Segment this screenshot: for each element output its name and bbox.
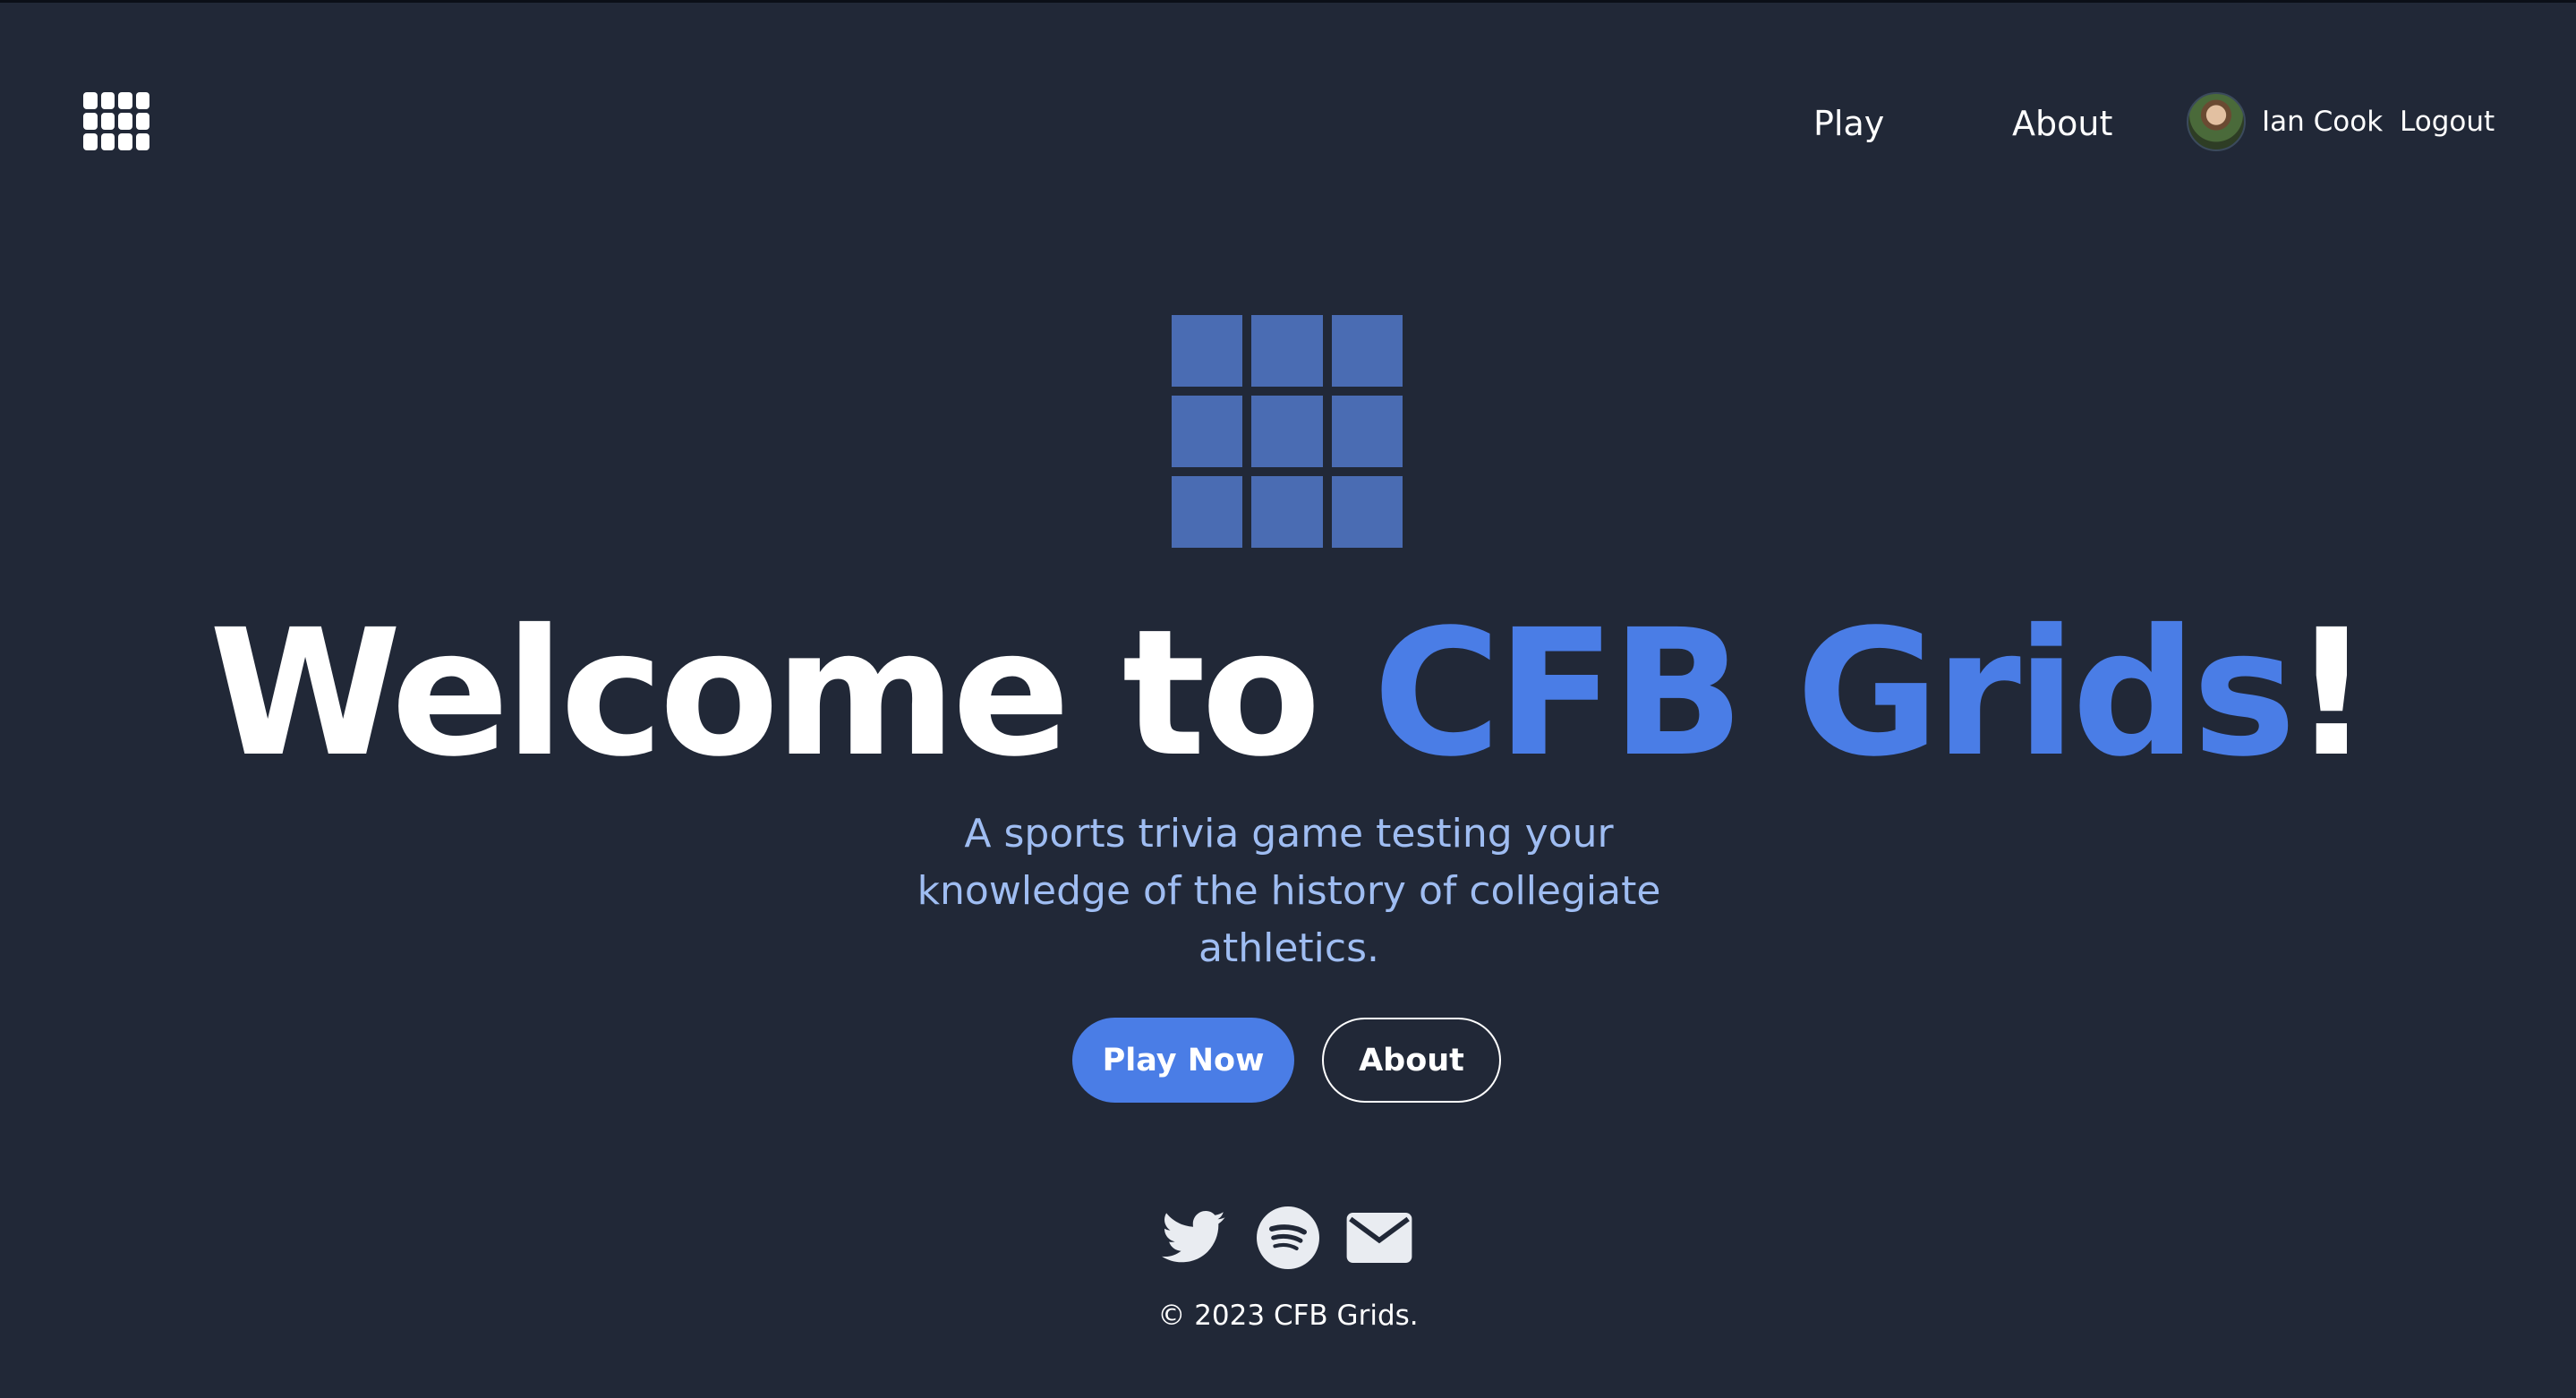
twitter-icon[interactable] xyxy=(1160,1204,1228,1271)
window-top-border xyxy=(0,0,2576,3)
page: Play About Ian Cook Logout Welcome to CF… xyxy=(0,0,2576,1398)
spotify-icon[interactable] xyxy=(1254,1204,1322,1271)
title-brand: CFB Grids xyxy=(1372,592,2297,795)
hero-grid-logo-icon xyxy=(1172,315,1403,548)
nav-play-link[interactable]: Play xyxy=(1813,94,1884,153)
copyright: © 2023 CFB Grids. xyxy=(1157,1300,1419,1332)
play-now-button[interactable]: Play Now xyxy=(1072,1018,1294,1103)
grid-logo-icon[interactable] xyxy=(83,92,149,150)
logout-link[interactable]: Logout xyxy=(2400,92,2495,151)
hero-subtitle: A sports trivia game testing your knowle… xyxy=(917,811,1661,971)
user-name: Ian Cook xyxy=(2262,106,2384,138)
user-profile[interactable]: Ian Cook xyxy=(2187,92,2383,151)
title-prefix: Welcome to xyxy=(209,592,1373,795)
avatar[interactable] xyxy=(2187,92,2246,151)
mail-icon[interactable] xyxy=(1345,1204,1413,1271)
nav-about-link[interactable]: About xyxy=(2012,94,2112,153)
page-title: Welcome to CFB Grids! xyxy=(0,600,2576,788)
title-suffix: ! xyxy=(2291,592,2371,795)
about-button[interactable]: About xyxy=(1322,1018,1501,1103)
